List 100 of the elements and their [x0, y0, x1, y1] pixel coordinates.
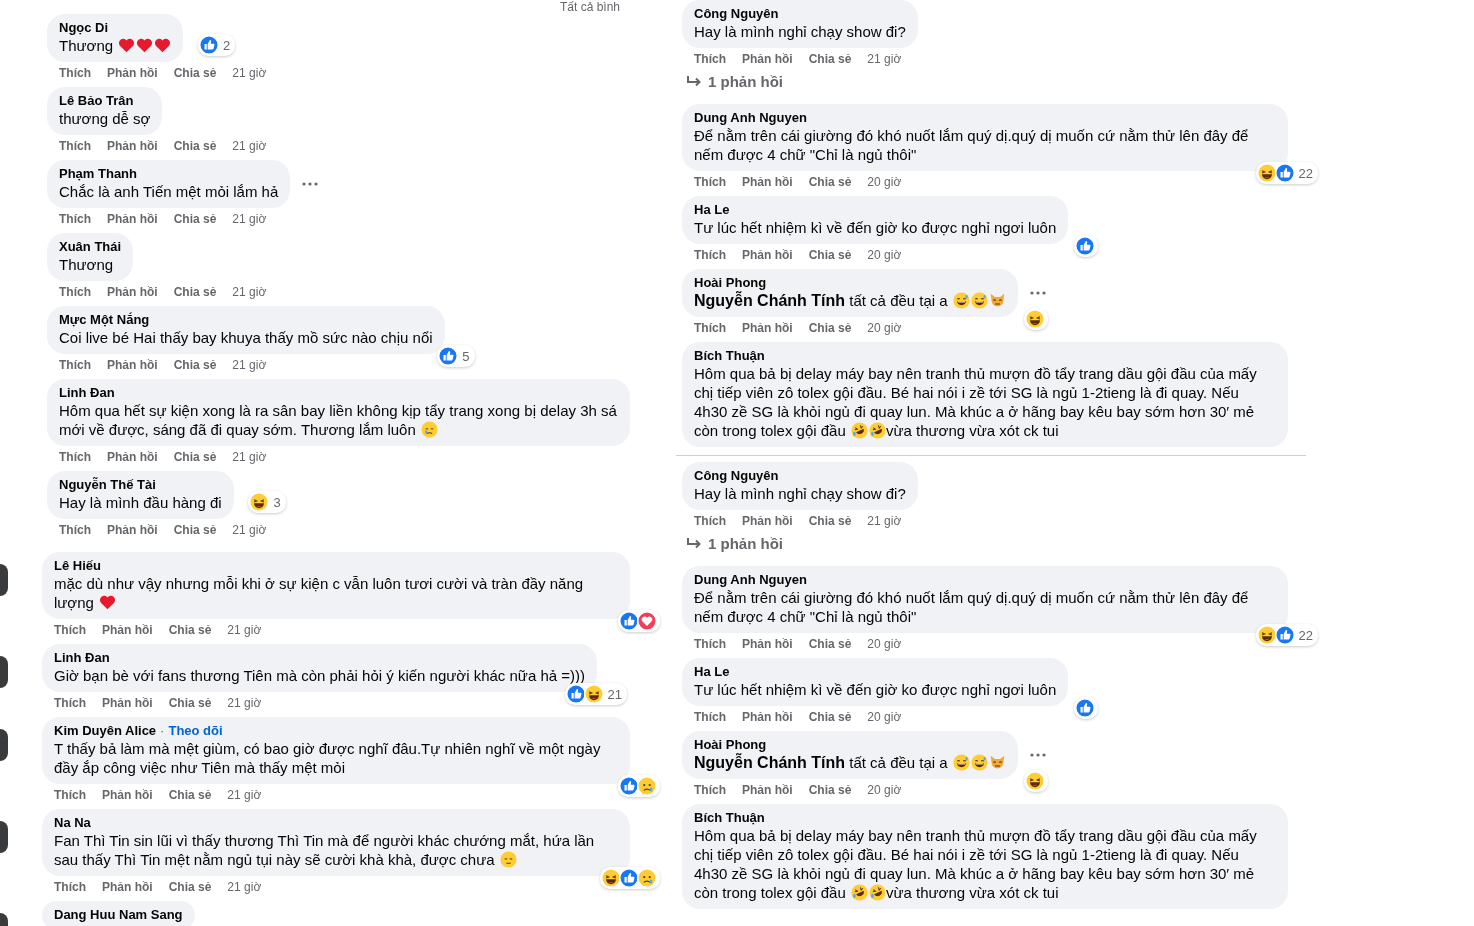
comment-author[interactable]: Lê Hiếu: [54, 558, 101, 574]
comment-action[interactable]: Chia sẻ: [808, 783, 852, 797]
comment-author[interactable]: Na Na: [54, 815, 91, 831]
comment-action[interactable]: Thích: [54, 880, 86, 894]
comment-action[interactable]: Chia sẻ: [168, 696, 212, 710]
comment-action[interactable]: Chia sẻ: [808, 175, 852, 189]
comment-action[interactable]: Chia sẻ: [808, 321, 852, 335]
comment-action[interactable]: Thích: [59, 139, 91, 153]
comment-action[interactable]: Thích: [694, 637, 726, 651]
comment-time[interactable]: 21 giờ: [232, 523, 267, 537]
comment-time[interactable]: 20 giờ: [867, 783, 902, 797]
comment-action[interactable]: Chia sẻ: [173, 285, 217, 299]
comment-action[interactable]: Thích: [59, 212, 91, 226]
comment-action[interactable]: Chia sẻ: [173, 139, 217, 153]
comment-action[interactable]: Phản hồi: [107, 523, 158, 537]
comment-action[interactable]: Phản hồi: [742, 321, 793, 335]
comment-action[interactable]: Thích: [59, 285, 91, 299]
reaction-summary[interactable]: 21: [564, 683, 627, 705]
comment-author[interactable]: Hoài Phong: [694, 737, 767, 753]
comment-action[interactable]: Phản hồi: [102, 880, 153, 894]
comment-action[interactable]: Chia sẻ: [808, 248, 852, 262]
comment-action[interactable]: Thích: [54, 623, 86, 637]
follow-link[interactable]: Theo dõi: [168, 723, 223, 739]
comment-author[interactable]: Kim Duyên Alice: [54, 723, 157, 739]
comment-author[interactable]: Công Nguyên: [694, 468, 779, 484]
reaction-summary[interactable]: 22: [1255, 624, 1318, 646]
comment-time[interactable]: 21 giờ: [232, 285, 267, 299]
comment-action[interactable]: Phản hồi: [742, 710, 793, 724]
comment-time[interactable]: 20 giờ: [867, 637, 902, 651]
comment-time[interactable]: 21 giờ: [232, 358, 267, 372]
comment-action[interactable]: Phản hồi: [102, 623, 153, 637]
reaction-summary[interactable]: 22: [1255, 162, 1318, 184]
comment-action[interactable]: Phản hồi: [742, 175, 793, 189]
comment-author[interactable]: Ha Le: [694, 202, 730, 218]
comment-action[interactable]: Chia sẻ: [168, 880, 212, 894]
filter-label[interactable]: Tất cả bình: [559, 0, 620, 14]
view-replies-link[interactable]: 1 phản hồi: [682, 535, 783, 552]
comment-time[interactable]: 21 giờ: [227, 696, 262, 710]
comment-author[interactable]: Nguyễn Thế Tài: [59, 477, 156, 493]
comment-action[interactable]: Phản hồi: [107, 139, 158, 153]
comment-action[interactable]: Thích: [694, 248, 726, 262]
comment-action[interactable]: Chia sẻ: [173, 523, 217, 537]
reaction-summary[interactable]: 5: [437, 345, 475, 367]
comment-time[interactable]: 21 giờ: [867, 514, 902, 528]
comment-time[interactable]: 21 giờ: [227, 788, 262, 802]
comment-action[interactable]: Chia sẻ: [808, 710, 852, 724]
comment-action[interactable]: Phản hồi: [742, 52, 793, 66]
comment-time[interactable]: 20 giờ: [867, 175, 902, 189]
comment-action[interactable]: Thích: [694, 783, 726, 797]
comment-action[interactable]: Phản hồi: [107, 285, 158, 299]
comment-time[interactable]: 21 giờ: [232, 212, 267, 226]
comment-time[interactable]: 21 giờ: [232, 66, 267, 80]
comment-action[interactable]: Thích: [54, 696, 86, 710]
comment-action[interactable]: Phản hồi: [102, 788, 153, 802]
comment-time[interactable]: 20 giờ: [867, 321, 902, 335]
comment-time[interactable]: 20 giờ: [867, 248, 902, 262]
comment-action[interactable]: Chia sẻ: [173, 450, 217, 464]
reaction-summary[interactable]: 2: [198, 34, 236, 56]
comment-action[interactable]: Chia sẻ: [808, 514, 852, 528]
comment-action[interactable]: Thích: [59, 358, 91, 372]
comment-action[interactable]: Chia sẻ: [173, 212, 217, 226]
comment-author[interactable]: Lê Bảo Trân: [59, 93, 134, 109]
comment-author[interactable]: Dung Anh Nguyen: [694, 572, 807, 588]
comment-action[interactable]: Thích: [694, 514, 726, 528]
reaction-summary[interactable]: 3: [248, 491, 286, 513]
comment-author[interactable]: Bích Thuận: [694, 348, 765, 364]
comment-action[interactable]: Chia sẻ: [808, 637, 852, 651]
comment-action[interactable]: Chia sẻ: [168, 623, 212, 637]
comment-action[interactable]: Thích: [694, 710, 726, 724]
comment-action[interactable]: Thích: [694, 321, 726, 335]
comment-action[interactable]: Phản hồi: [742, 248, 793, 262]
view-replies-link[interactable]: 1 phản hồi: [682, 73, 783, 90]
comment-time[interactable]: 20 giờ: [867, 710, 902, 724]
comment-action[interactable]: Phản hồi: [742, 637, 793, 651]
comment-action[interactable]: Thích: [59, 523, 91, 537]
comment-author[interactable]: Hoài Phong: [694, 275, 767, 291]
comment-action[interactable]: Phản hồi: [107, 66, 158, 80]
comment-action[interactable]: Thích: [59, 66, 91, 80]
comment-action[interactable]: Phản hồi: [742, 783, 793, 797]
comment-action[interactable]: Thích: [59, 450, 91, 464]
comment-time[interactable]: 21 giờ: [867, 52, 902, 66]
comment-action[interactable]: Thích: [694, 175, 726, 189]
comment-action[interactable]: Chia sẻ: [173, 66, 217, 80]
comment-action[interactable]: Phản hồi: [102, 696, 153, 710]
comment-action[interactable]: Phản hồi: [107, 212, 158, 226]
comment-author[interactable]: Dang Huu Nam Sang: [54, 907, 183, 923]
comment-author[interactable]: Ha Le: [694, 664, 730, 680]
comment-author[interactable]: Xuân Thái: [59, 239, 122, 255]
comment-author[interactable]: Công Nguyên: [694, 6, 779, 22]
comment-action[interactable]: Chia sẻ: [168, 788, 212, 802]
comment-time[interactable]: 21 giờ: [232, 450, 267, 464]
comment-author[interactable]: Mực Một Nắng: [59, 312, 150, 328]
comment-author[interactable]: Linh Đan: [59, 385, 115, 401]
comment-author[interactable]: Bích Thuận: [694, 810, 765, 826]
comment-author[interactable]: Ngọc Di: [59, 20, 109, 36]
comment-time[interactable]: 21 giờ: [227, 880, 262, 894]
comment-action[interactable]: Chia sẻ: [808, 52, 852, 66]
comment-action[interactable]: Thích: [694, 52, 726, 66]
comment-time[interactable]: 21 giờ: [227, 623, 262, 637]
comment-action[interactable]: Phản hồi: [107, 450, 158, 464]
